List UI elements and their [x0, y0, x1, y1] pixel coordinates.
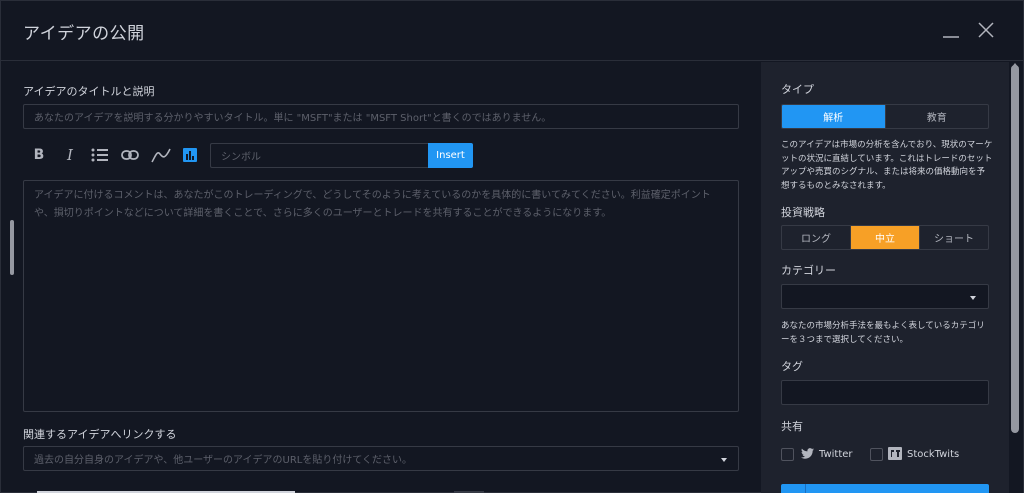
category-label: カテゴリー	[781, 264, 836, 277]
type-option-analysis[interactable]: 解析	[782, 105, 885, 128]
idea-comment-textarea[interactable]: アイデアに付けるコメントは、あなたがこのトレーディングで、どうしてそのように考え…	[23, 180, 739, 412]
insert-button[interactable]: Insert	[428, 143, 473, 168]
close-icon[interactable]	[971, 15, 1001, 45]
tag-label: タグ	[781, 360, 803, 373]
chevron-down-icon[interactable]	[721, 458, 727, 462]
italic-button[interactable]: I	[58, 143, 82, 167]
stocktwits-label: StockTwits	[907, 449, 960, 460]
idea-title-input[interactable]: あなたのアイデアを説明する分かりやすいタイトル。単に "MSFT"または "MS…	[23, 104, 739, 129]
type-label: タイプ	[781, 83, 814, 96]
title-description-label: アイデアのタイトルと説明	[23, 85, 155, 98]
twitter-label: Twitter	[819, 449, 853, 460]
twitter-checkbox[interactable]	[781, 448, 794, 461]
chart-line-button[interactable]	[149, 143, 173, 167]
related-ideas-label: 関連するアイデアへリンクする	[23, 428, 177, 441]
stocktwits-icon	[888, 447, 902, 460]
strategy-option-neutral[interactable]: 中立	[850, 226, 919, 249]
stocktwits-checkbox[interactable]	[870, 448, 883, 461]
type-option-education[interactable]: 教育	[884, 105, 989, 128]
type-selector: 解析 教育	[781, 104, 989, 129]
category-description: あなたの市場分析手法を最もよく表しているカテゴリーを３つまで選択してください。	[781, 321, 985, 345]
editor-resize-handle[interactable]	[10, 220, 14, 275]
related-ideas-input[interactable]: 過去の自分自身のアイデアや、他ユーザーのアイデアのURLを貼り付けてください。	[23, 446, 739, 471]
tag-input[interactable]	[781, 380, 989, 405]
symbol-input[interactable]: シンボル	[210, 143, 428, 168]
dialog-title: アイデアの公開	[23, 24, 145, 44]
link-button[interactable]	[118, 143, 142, 167]
italic-icon: I	[67, 146, 73, 164]
strategy-selector: ロング 中立 ショート	[781, 225, 989, 250]
scrollbar-thumb[interactable]	[1011, 65, 1019, 433]
dialog-titlebar: アイデアの公開	[1, 1, 1023, 61]
twitter-icon	[801, 448, 814, 459]
strategy-option-short[interactable]: ショート	[919, 226, 988, 249]
chart-line-icon	[151, 148, 171, 163]
share-label: 共有	[781, 420, 803, 433]
strategy-label: 投資戦略	[781, 206, 825, 219]
category-select[interactable]	[781, 284, 989, 309]
scroll-up-icon[interactable]	[1011, 63, 1019, 68]
publish-button-divider	[805, 484, 806, 493]
link-icon	[121, 150, 139, 160]
publish-button[interactable]	[781, 484, 989, 493]
minimize-icon[interactable]	[936, 15, 966, 45]
bullet-list-icon	[91, 148, 108, 162]
publish-idea-dialog: アイデアの公開 アイデアのタイトルと説明 あなたのアイデアを説明する分かりやすい…	[0, 0, 1024, 493]
bold-icon: B	[33, 147, 45, 163]
type-description: このアイデアは市場の分析を含んでおり、現状のマーケットの状況に直結しています。こ…	[781, 140, 993, 191]
bold-button[interactable]: B	[27, 143, 51, 167]
strategy-option-long[interactable]: ロング	[782, 226, 850, 249]
chevron-down-icon[interactable]	[970, 296, 976, 300]
bar-chart-icon	[183, 148, 197, 162]
bullet-list-button[interactable]	[88, 143, 112, 167]
idea-content-panel: アイデアのタイトルと説明 あなたのアイデアを説明する分かりやすいタイトル。単に …	[1, 62, 761, 493]
idea-settings-panel: タイプ 解析 教育 このアイデアは市場の分析を含んでおり、現状のマーケットの状況…	[761, 62, 1009, 493]
chart-snapshot-button[interactable]	[178, 143, 202, 167]
share-options: Twitter StockTwits	[781, 447, 991, 463]
related-ideas-placeholder: 過去の自分自身のアイデアや、他ユーザーのアイデアのURLを貼り付けてください。	[34, 455, 413, 466]
